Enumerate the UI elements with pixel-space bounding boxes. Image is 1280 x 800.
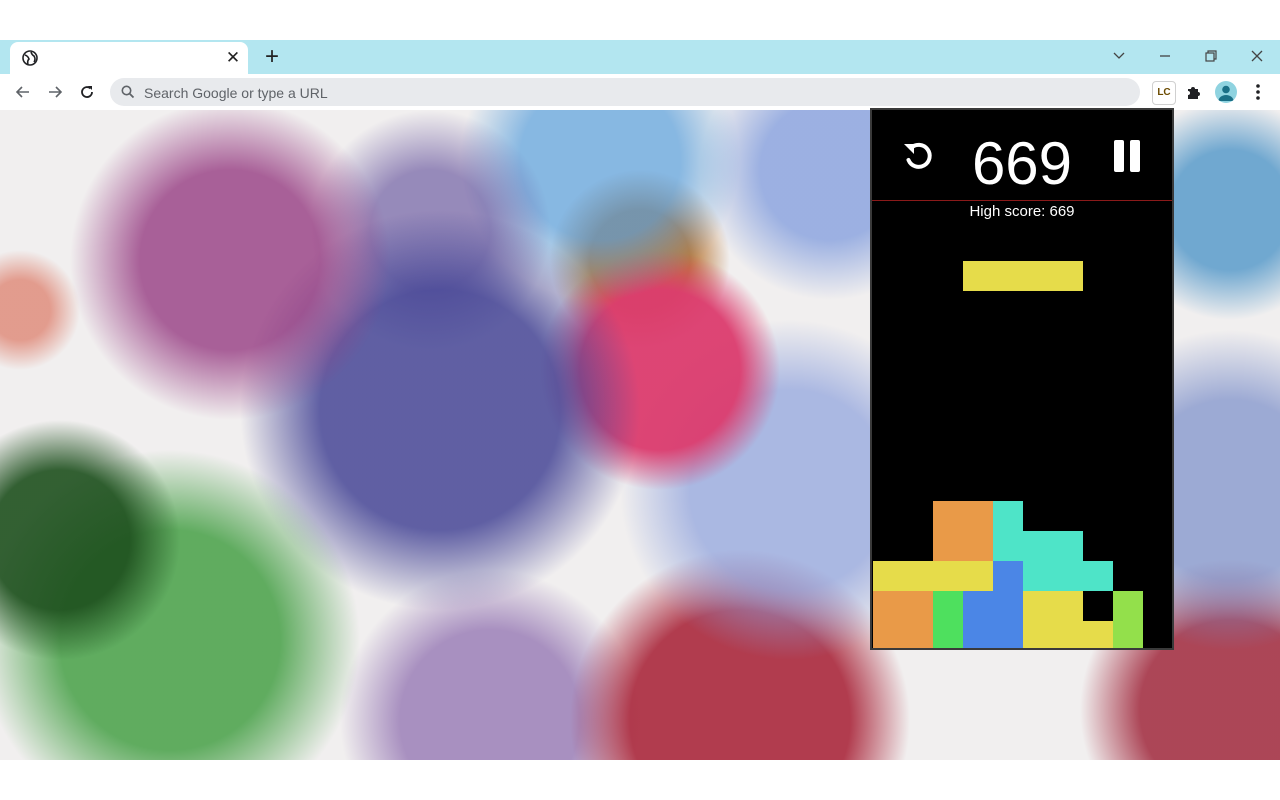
close-icon[interactable]: ✕: [224, 49, 242, 67]
more-vert-icon[interactable]: [1250, 82, 1266, 102]
stack-block: [1083, 621, 1113, 648]
stack-block: [873, 561, 993, 591]
stack-block: [933, 591, 963, 648]
header-divider: [872, 200, 1172, 201]
globe-icon: [22, 50, 38, 66]
search-icon: [120, 84, 136, 100]
pause-icon[interactable]: [1112, 140, 1144, 174]
plus-icon[interactable]: +: [259, 44, 285, 70]
restart-icon[interactable]: [900, 138, 936, 174]
stack-block: [1023, 591, 1083, 648]
back-arrow-icon[interactable]: [10, 79, 36, 105]
score-display: 669: [971, 130, 1073, 197]
stack-block: [1023, 561, 1113, 591]
high-score-label: High score: 669: [969, 203, 1075, 220]
avatar-icon[interactable]: [1215, 81, 1237, 103]
close-icon[interactable]: [1234, 42, 1280, 70]
stack-block: [993, 531, 1083, 561]
tab-strip: ✕ +: [0, 40, 1280, 74]
chevron-down-icon[interactable]: [1096, 42, 1142, 70]
omnibox[interactable]: [110, 78, 1140, 106]
tetris-game-panel: 669 High score: 669: [870, 108, 1174, 650]
tab-new-tab[interactable]: ✕: [10, 42, 248, 74]
stack-block: [873, 591, 933, 648]
browser-toolbar: LC: [0, 74, 1280, 110]
minimize-icon[interactable]: [1142, 42, 1188, 70]
falling-piece-i: [963, 261, 1083, 291]
restore-icon[interactable]: [1188, 42, 1234, 70]
forward-arrow-icon[interactable]: [42, 79, 68, 105]
stack-block: [993, 501, 1023, 531]
lc-extension-button[interactable]: LC: [1152, 81, 1176, 105]
stack-block: [1113, 591, 1143, 648]
address-input[interactable]: [142, 82, 1096, 104]
stack-block: [963, 591, 1023, 648]
stack-block: [933, 501, 993, 561]
reload-icon[interactable]: [74, 79, 100, 105]
puzzle-icon[interactable]: [1184, 83, 1204, 103]
stack-block: [993, 561, 1023, 591]
